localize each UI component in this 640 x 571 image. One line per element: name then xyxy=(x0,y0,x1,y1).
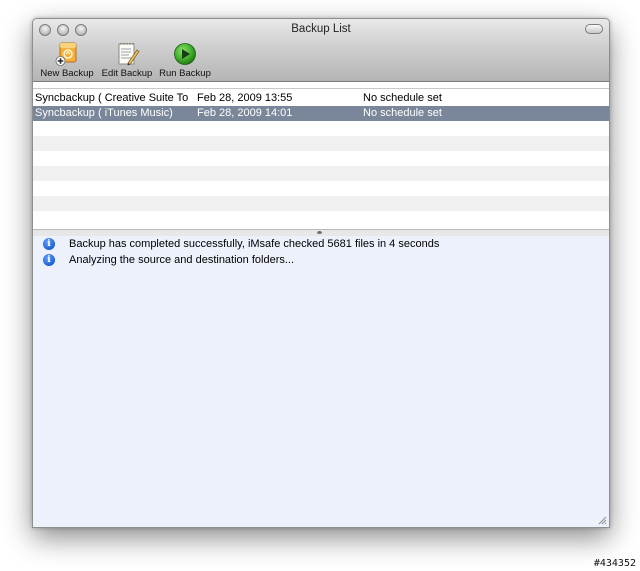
log-message: i Analyzing the source and destination f… xyxy=(33,252,609,268)
info-icon: i xyxy=(43,238,55,250)
backup-name-cell: Syncbackup ( iTunes Music) xyxy=(35,107,173,119)
watermark-text: #434352 xyxy=(593,558,636,569)
toolbar-toggle-button[interactable] xyxy=(585,24,603,34)
empty-row xyxy=(33,196,609,211)
log-message-text: Backup has completed successfully, iMsaf… xyxy=(69,238,440,250)
edit-backup-icon xyxy=(118,43,140,66)
info-icon: i xyxy=(43,254,55,266)
backup-name-cell: Syncbackup ( Creative Suite To xyxy=(35,92,189,104)
backup-row-selected[interactable]: Syncbackup ( iTunes Music) Feb 28, 2009 … xyxy=(33,106,609,121)
new-backup-label: New Backup xyxy=(40,68,94,79)
list-header-gap xyxy=(33,82,609,89)
run-backup-icon xyxy=(174,43,196,65)
window-title: Backup List xyxy=(291,23,351,35)
new-backup-button[interactable]: New Backup xyxy=(39,41,95,79)
log-panel: i Backup has completed successfully, iMs… xyxy=(33,236,609,527)
run-backup-label: Run Backup xyxy=(159,68,211,79)
resize-grip-icon[interactable] xyxy=(597,515,607,525)
backup-schedule-cell: No schedule set xyxy=(363,92,442,104)
new-backup-icon xyxy=(55,42,77,66)
log-message: i Backup has completed successfully, iMs… xyxy=(33,236,609,252)
backup-row[interactable]: Syncbackup ( Creative Suite To Feb 28, 2… xyxy=(33,91,609,106)
empty-row xyxy=(33,136,609,151)
backup-date-cell: Feb 28, 2009 13:55 xyxy=(197,92,293,104)
backup-list-table[interactable]: Syncbackup ( Creative Suite To Feb 28, 2… xyxy=(33,89,609,229)
backup-date-cell: Feb 28, 2009 14:01 xyxy=(197,107,293,119)
log-message-text: Analyzing the source and destination fol… xyxy=(69,254,295,266)
run-backup-button[interactable]: Run Backup xyxy=(159,41,211,79)
edit-backup-label: Edit Backup xyxy=(101,68,153,79)
empty-row xyxy=(33,166,609,181)
backup-schedule-cell: No schedule set xyxy=(363,107,442,119)
titlebar: Backup List New Backup Edit Backup Run B… xyxy=(33,19,609,82)
divider-handle-icon[interactable] xyxy=(317,231,322,234)
backup-list-window: Backup List New Backup Edit Backup Run B… xyxy=(32,18,610,528)
edit-backup-button[interactable]: Edit Backup xyxy=(99,41,155,79)
